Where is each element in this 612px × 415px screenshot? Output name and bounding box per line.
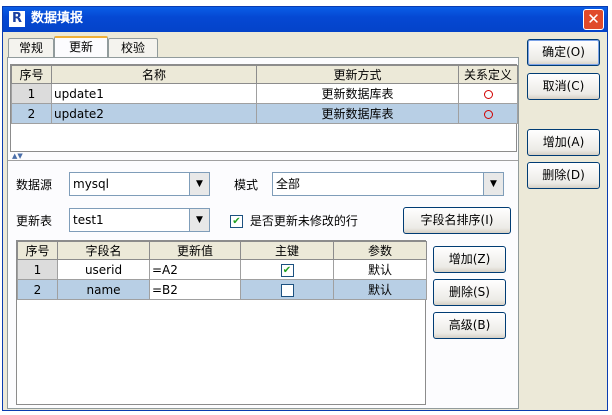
ring-icon[interactable] — [483, 89, 493, 99]
chevron-down-icon[interactable]: ▼ — [189, 209, 209, 231]
update-table: 序号 名称 更新方式 关系定义 1 update1 更新数据库表 2 updat… — [11, 65, 518, 124]
primary-key-cell[interactable] — [240, 279, 334, 300]
column-header[interactable]: 更新值 — [149, 241, 241, 260]
field-list-area: 序号 字段名 更新值 主键 参数 1 userid =A2 ✔ 默认 2 nam… — [16, 240, 427, 405]
delete-update-button[interactable]: 删除(D) — [527, 162, 600, 189]
datasource-select[interactable]: mysql ▼ — [69, 172, 210, 196]
check-icon[interactable]: ✔ — [230, 215, 243, 228]
advanced-button[interactable]: 高级(B) — [433, 312, 506, 339]
relation-definition-cell[interactable] — [458, 83, 518, 104]
title-bar[interactable]: R 数据填报 ✕ — [3, 7, 607, 32]
table-row[interactable]: 1 update1 更新数据库表 — [11, 83, 518, 104]
ok-button[interactable]: 确定(O) — [527, 39, 600, 66]
column-header[interactable]: 参数 — [333, 241, 427, 260]
chevron-down-icon[interactable]: ▼ — [189, 173, 209, 195]
column-header[interactable]: 更新方式 — [256, 65, 459, 84]
splitter-bar[interactable]: ▲▼ — [8, 152, 518, 161]
update-method-cell[interactable]: 更新数据库表 — [256, 83, 459, 104]
window-title: 数据填报 — [31, 11, 84, 26]
column-header[interactable]: 序号 — [11, 65, 52, 84]
cancel-button[interactable]: 取消(C) — [527, 73, 600, 100]
update-method-cell[interactable]: 更新数据库表 — [256, 103, 459, 124]
table-row[interactable]: 1 userid =A2 ✔ 默认 — [17, 259, 427, 280]
update-unmodified-checkbox[interactable]: ✔ 是否更新未修改的行 — [230, 213, 358, 229]
update-name-cell[interactable]: update1 — [51, 83, 257, 104]
column-header[interactable]: 序号 — [17, 241, 58, 260]
datasource-value: mysql — [73, 177, 109, 191]
update-value-cell[interactable]: =A2 — [149, 259, 241, 280]
update-name-cell[interactable]: update2 — [51, 103, 257, 124]
table-row[interactable]: 2 name =B2 默认 — [17, 279, 427, 300]
mode-label: 模式 — [234, 178, 259, 192]
field-table: 序号 字段名 更新值 主键 参数 1 userid =A2 ✔ 默认 2 nam… — [17, 241, 427, 300]
mode-select[interactable]: 全部 ▼ — [272, 172, 504, 196]
column-header[interactable]: 字段名 — [57, 241, 150, 260]
tab-update[interactable]: 更新 — [54, 36, 108, 58]
update-value-cell[interactable]: =B2 — [149, 279, 241, 300]
update-unmodified-label: 是否更新未修改的行 — [249, 214, 358, 228]
parameter-cell[interactable]: 默认 — [333, 279, 427, 300]
relation-definition-cell[interactable] — [458, 103, 518, 124]
field-delete-button[interactable]: 删除(S) — [433, 279, 506, 306]
update-table-value: test1 — [73, 213, 104, 227]
column-header[interactable]: 关系定义 — [458, 65, 518, 84]
chevron-down-icon[interactable]: ▼ — [483, 173, 503, 195]
field-name-cell[interactable]: userid — [57, 259, 150, 280]
check-icon[interactable]: ✔ — [280, 263, 294, 277]
row-index: 1 — [11, 83, 52, 104]
row-index: 1 — [17, 259, 58, 280]
field-table-header: 序号 字段名 更新值 主键 参数 — [17, 241, 427, 260]
sort-fields-button[interactable]: 字段名排序(I) — [403, 207, 511, 234]
table-row[interactable]: 2 update2 更新数据库表 — [11, 103, 518, 124]
parameter-cell[interactable]: 默认 — [333, 259, 427, 280]
close-icon[interactable]: ✕ — [583, 9, 604, 30]
column-header[interactable]: 名称 — [51, 65, 257, 84]
update-table-label: 更新表 — [16, 214, 53, 228]
field-name-cell[interactable]: name — [57, 279, 150, 300]
mode-value: 全部 — [276, 177, 301, 191]
update-table-header: 序号 名称 更新方式 关系定义 — [11, 65, 518, 84]
splitter-arrows-icon[interactable]: ▲▼ — [12, 152, 23, 161]
update-table-select[interactable]: test1 ▼ — [69, 208, 210, 232]
field-add-button[interactable]: 增加(Z) — [433, 246, 506, 273]
row-index: 2 — [17, 279, 58, 300]
tab-general[interactable]: 常规 — [8, 38, 54, 58]
checkbox-empty-icon[interactable] — [280, 283, 294, 297]
update-tab-panel: 序号 名称 更新方式 关系定义 1 update1 更新数据库表 2 updat… — [7, 57, 519, 409]
add-update-button[interactable]: 增加(A) — [527, 129, 600, 156]
primary-key-cell[interactable]: ✔ — [240, 259, 334, 280]
app-logo-icon: R — [9, 11, 25, 27]
tab-validate[interactable]: 校验 — [108, 38, 158, 58]
column-header[interactable]: 主键 — [240, 241, 334, 260]
datasource-label: 数据源 — [16, 178, 53, 192]
ring-icon[interactable] — [483, 109, 493, 119]
update-list-area: 序号 名称 更新方式 关系定义 1 update1 更新数据库表 2 updat… — [10, 64, 518, 152]
dialog-window: R 数据填报 ✕ 常规 更新 校验 序号 名称 更新方式 关系定义 1 upda… — [2, 6, 608, 411]
row-index: 2 — [11, 103, 52, 124]
